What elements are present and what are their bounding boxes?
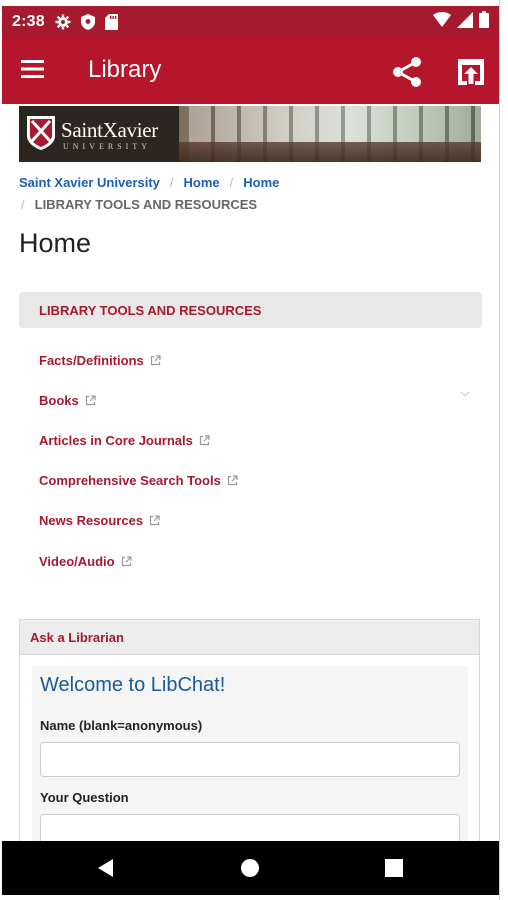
libchat-panel: Welcome to LibChat! Name (blank=anonymou…	[32, 666, 468, 866]
open-in-browser-icon[interactable]	[454, 55, 488, 89]
university-banner[interactable]: SaintXavier UNIVERSITY	[19, 106, 481, 162]
external-link-icon	[227, 475, 238, 486]
external-link-icon	[150, 354, 161, 366]
shield-icon	[80, 14, 95, 30]
nav-item-articles-core-journals[interactable]: Articles in Core Journals	[39, 420, 479, 460]
battery-icon	[479, 11, 489, 33]
crest-icon	[27, 116, 55, 150]
system-nav-bar	[2, 841, 499, 895]
back-icon[interactable]	[96, 858, 116, 883]
window-edge	[499, 0, 508, 900]
name-field[interactable]	[40, 742, 460, 777]
gear-icon	[55, 14, 71, 30]
nav-item-label: Video/Audio	[39, 553, 115, 569]
external-link-icon	[199, 435, 210, 446]
breadcrumb-current: LIBRARY TOOLS AND RESOURCES	[34, 197, 258, 212]
page-title: Home	[19, 228, 92, 258]
name-label: Name (blank=anonymous)	[40, 718, 203, 733]
nav-list: Facts/Definitions Books Articles in Core…	[39, 340, 479, 581]
app-title: Library	[88, 56, 162, 83]
status-time: 2:38	[12, 13, 45, 30]
external-link-icon	[85, 395, 96, 406]
nav-item-label: News Resources	[39, 513, 144, 529]
nav-item-label: Articles in Core Journals	[39, 432, 193, 448]
signal-icon	[457, 11, 473, 33]
screen: 2:38 Library SaintXavier UNIVERSITY Sain…	[0, 0, 508, 900]
home-icon[interactable]	[240, 858, 260, 883]
external-link-icon	[149, 515, 160, 526]
menu-icon[interactable]	[20, 58, 50, 84]
ask-a-librarian-box: Ask a Librarian Welcome to LibChat! Name…	[19, 619, 480, 866]
breadcrumb: Saint Xavier University / Home / Home / LIBRA…	[19, 172, 489, 216]
nav-item-label: Comprehensive Search Tools	[39, 473, 221, 489]
ask-a-librarian-heading: Ask a Librarian	[20, 620, 479, 655]
nav-item-facts-definitions[interactable]: Facts/Definitions	[39, 340, 479, 380]
nav-heading-library-tools[interactable]: LIBRARY TOOLS AND RESOURCES	[19, 292, 482, 328]
breadcrumb-home-1[interactable]: Home	[184, 175, 220, 190]
breadcrumb-separator: /	[229, 175, 234, 190]
nav-item-video-audio[interactable]: Video/Audio	[39, 541, 479, 581]
breadcrumb-home-2[interactable]: Home	[243, 175, 279, 190]
wifi-icon	[433, 11, 451, 33]
nav-item-comprehensive-search-tools[interactable]: Comprehensive Search Tools	[39, 461, 479, 501]
nav-item-label: Books	[39, 392, 79, 408]
nav-item-label: Facts/Definitions	[39, 352, 144, 368]
university-logo-text: SaintXavier	[61, 118, 159, 142]
share-icon[interactable]	[390, 55, 424, 89]
external-link-icon	[121, 555, 132, 567]
status-bar: 2:38	[2, 6, 499, 38]
nav-item-books[interactable]: Books	[39, 380, 479, 420]
university-logo-subtext: UNIVERSITY	[63, 142, 151, 151]
libchat-welcome: Welcome to LibChat!	[40, 674, 226, 696]
sd-card-icon	[104, 14, 118, 30]
question-label: Your Question	[40, 790, 129, 805]
breadcrumb-saint-xavier[interactable]: Saint Xavier University	[19, 175, 160, 190]
app-bar: Library	[2, 38, 499, 104]
nav-item-news-resources[interactable]: News Resources	[39, 501, 479, 541]
breadcrumb-separator: /	[21, 197, 25, 212]
chevron-down-icon[interactable]	[460, 386, 470, 397]
recents-icon[interactable]	[384, 858, 404, 883]
banner-photo-floor	[169, 142, 481, 162]
breadcrumb-separator: /	[169, 175, 174, 190]
